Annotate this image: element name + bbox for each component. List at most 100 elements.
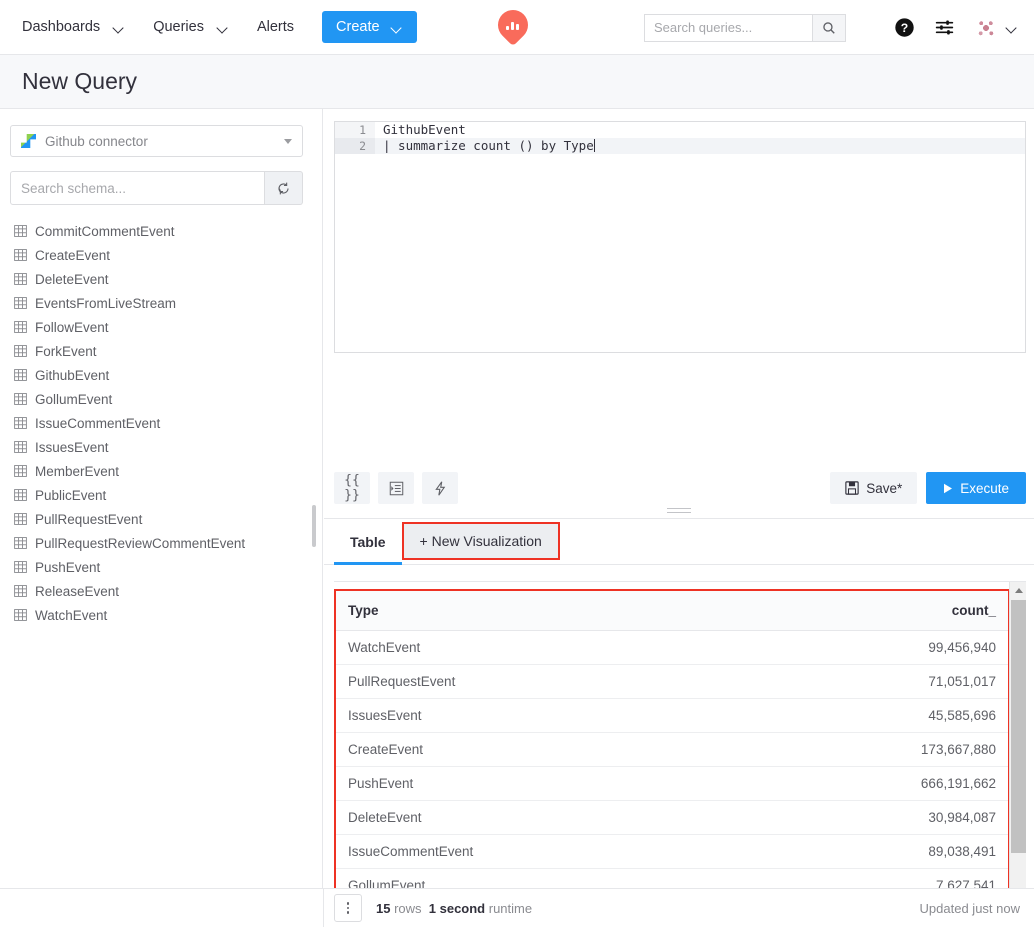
search-input[interactable] — [644, 14, 812, 42]
schema-table-item[interactable]: EventsFromLiveStream — [0, 291, 322, 315]
column-header-type[interactable]: Type — [348, 603, 796, 618]
help-circle-icon: ? — [894, 17, 915, 38]
app-logo[interactable] — [498, 8, 530, 44]
footer-status: 15 rows 1 second runtime — [376, 901, 532, 916]
code-line[interactable]: 2| summarize count () by Type — [335, 138, 1025, 154]
save-button[interactable]: Save* — [830, 472, 917, 504]
schema-table-item[interactable]: PublicEvent — [0, 483, 322, 507]
table-row[interactable]: CreateEvent173,667,880 — [336, 733, 1008, 767]
connector-plug-icon — [21, 134, 36, 148]
schema-table-item[interactable]: CommitCommentEvent — [0, 219, 322, 243]
schema-table-label: EventsFromLiveStream — [35, 296, 176, 311]
schema-table-item[interactable]: PushEvent — [0, 555, 322, 579]
schema-search-input[interactable] — [10, 171, 265, 205]
kebab-menu-icon[interactable] — [334, 894, 362, 922]
connector-label: Github connector — [45, 134, 284, 149]
table-grid-icon — [14, 369, 27, 381]
code-line[interactable]: 1GithubEvent — [335, 122, 1025, 138]
help-button[interactable]: ? — [884, 8, 924, 48]
schema-table-item[interactable]: WatchEvent — [0, 603, 322, 627]
schema-table-item[interactable]: CreateEvent — [0, 243, 322, 267]
table-row[interactable]: IssueCommentEvent89,038,491 — [336, 835, 1008, 869]
schema-table-label: PullRequestReviewCommentEvent — [35, 536, 245, 551]
table-row[interactable]: WatchEvent99,456,940 — [336, 631, 1008, 665]
scroll-up-arrow-icon[interactable] — [1010, 582, 1026, 599]
code-lines: 1GithubEvent2| summarize count () by Typ… — [335, 122, 1025, 154]
nav-item-dashboards[interactable]: Dashboards — [22, 0, 139, 55]
cell-count: 99,456,940 — [796, 640, 996, 655]
schema-table-label: FollowEvent — [35, 320, 109, 335]
user-avatar-identicon[interactable] — [974, 16, 998, 40]
schema-table-item[interactable]: GollumEvent — [0, 387, 322, 411]
results-table: Type count_ WatchEvent99,456,940PullRequ… — [336, 591, 1008, 927]
cell-count: 173,667,880 — [796, 742, 996, 757]
sidebar-scrollbar-thumb[interactable] — [312, 505, 316, 547]
cell-type: IssueCommentEvent — [348, 844, 796, 859]
execute-button[interactable]: Execute — [926, 472, 1026, 504]
search-queries-group — [644, 14, 846, 42]
connector-select[interactable]: Github connector — [10, 125, 303, 157]
schema-table-label: ForkEvent — [35, 344, 97, 359]
save-button-label: Save* — [866, 481, 902, 496]
schema-table-label: CommitCommentEvent — [35, 224, 175, 239]
results-table-container: Type count_ WatchEvent99,456,940PullRequ… — [334, 581, 1026, 927]
refresh-schema-button[interactable] — [265, 171, 303, 205]
chevron-down-icon — [114, 24, 125, 31]
footer-updated-text: Updated just now — [920, 901, 1020, 916]
schema-table-item[interactable]: GithubEvent — [0, 363, 322, 387]
format-indent-icon — [389, 481, 404, 496]
tab-table-label: Table — [350, 534, 386, 550]
schema-table-item[interactable]: MemberEvent — [0, 459, 322, 483]
results-scrollbar[interactable] — [1009, 582, 1026, 927]
tab-table[interactable]: Table — [334, 520, 402, 564]
table-row[interactable]: PullRequestEvent71,051,017 — [336, 665, 1008, 699]
table-grid-icon — [14, 225, 27, 237]
format-indent-button[interactable] — [378, 472, 414, 504]
table-grid-icon — [14, 321, 27, 333]
pane-splitter[interactable] — [324, 505, 1034, 519]
code-text: | summarize count () by Type — [375, 138, 595, 154]
query-code-editor[interactable]: 1GithubEvent2| summarize count () by Typ… — [334, 121, 1026, 353]
table-row[interactable]: IssuesEvent45,585,696 — [336, 699, 1008, 733]
search-button[interactable] — [812, 14, 846, 42]
tab-new-visualization[interactable]: + New Visualization — [402, 522, 560, 560]
schema-table-item[interactable]: ForkEvent — [0, 339, 322, 363]
cell-type: PushEvent — [348, 776, 796, 791]
nav-item-alerts-label: Alerts — [257, 0, 294, 55]
column-header-count[interactable]: count_ — [796, 603, 996, 618]
line-number: 1 — [335, 122, 375, 138]
play-triangle-icon — [943, 483, 953, 494]
footer-rows-label: rows — [390, 901, 421, 916]
table-grid-icon — [14, 465, 27, 477]
schema-table-item[interactable]: PullRequestReviewCommentEvent — [0, 531, 322, 555]
schema-table-label: GollumEvent — [35, 392, 112, 407]
nav-item-alerts[interactable]: Alerts — [257, 0, 308, 55]
schema-table-item[interactable]: FollowEvent — [0, 315, 322, 339]
table-row[interactable]: DeleteEvent30,984,087 — [336, 801, 1008, 835]
schema-table-label: PullRequestEvent — [35, 512, 142, 527]
footer-rows-count: 15 — [376, 901, 390, 916]
chevron-down-icon[interactable] — [1007, 24, 1018, 31]
nav-item-dashboards-label: Dashboards — [22, 0, 100, 55]
table-row[interactable]: PushEvent666,191,662 — [336, 767, 1008, 801]
create-button[interactable]: Create — [322, 11, 417, 43]
cell-type: PullRequestEvent — [348, 674, 796, 689]
footer-runtime-value: 1 second — [429, 901, 485, 916]
schema-table-item[interactable]: IssuesEvent — [0, 435, 322, 459]
lightning-button[interactable] — [422, 472, 458, 504]
search-icon — [822, 21, 836, 35]
execute-button-label: Execute — [960, 481, 1009, 496]
table-grid-icon — [14, 417, 27, 429]
parameters-braces-icon[interactable]: {{ }} — [334, 472, 370, 504]
schema-table-item[interactable]: IssueCommentEvent — [0, 411, 322, 435]
cell-count: 30,984,087 — [796, 810, 996, 825]
table-grid-icon — [14, 393, 27, 405]
results-scrollbar-thumb[interactable] — [1011, 600, 1026, 853]
table-grid-icon — [14, 273, 27, 285]
schema-table-item[interactable]: ReleaseEvent — [0, 579, 322, 603]
settings-button[interactable] — [924, 8, 964, 48]
table-grid-icon — [14, 489, 27, 501]
nav-item-queries[interactable]: Queries — [153, 0, 243, 55]
schema-table-item[interactable]: DeleteEvent — [0, 267, 322, 291]
schema-table-item[interactable]: PullRequestEvent — [0, 507, 322, 531]
